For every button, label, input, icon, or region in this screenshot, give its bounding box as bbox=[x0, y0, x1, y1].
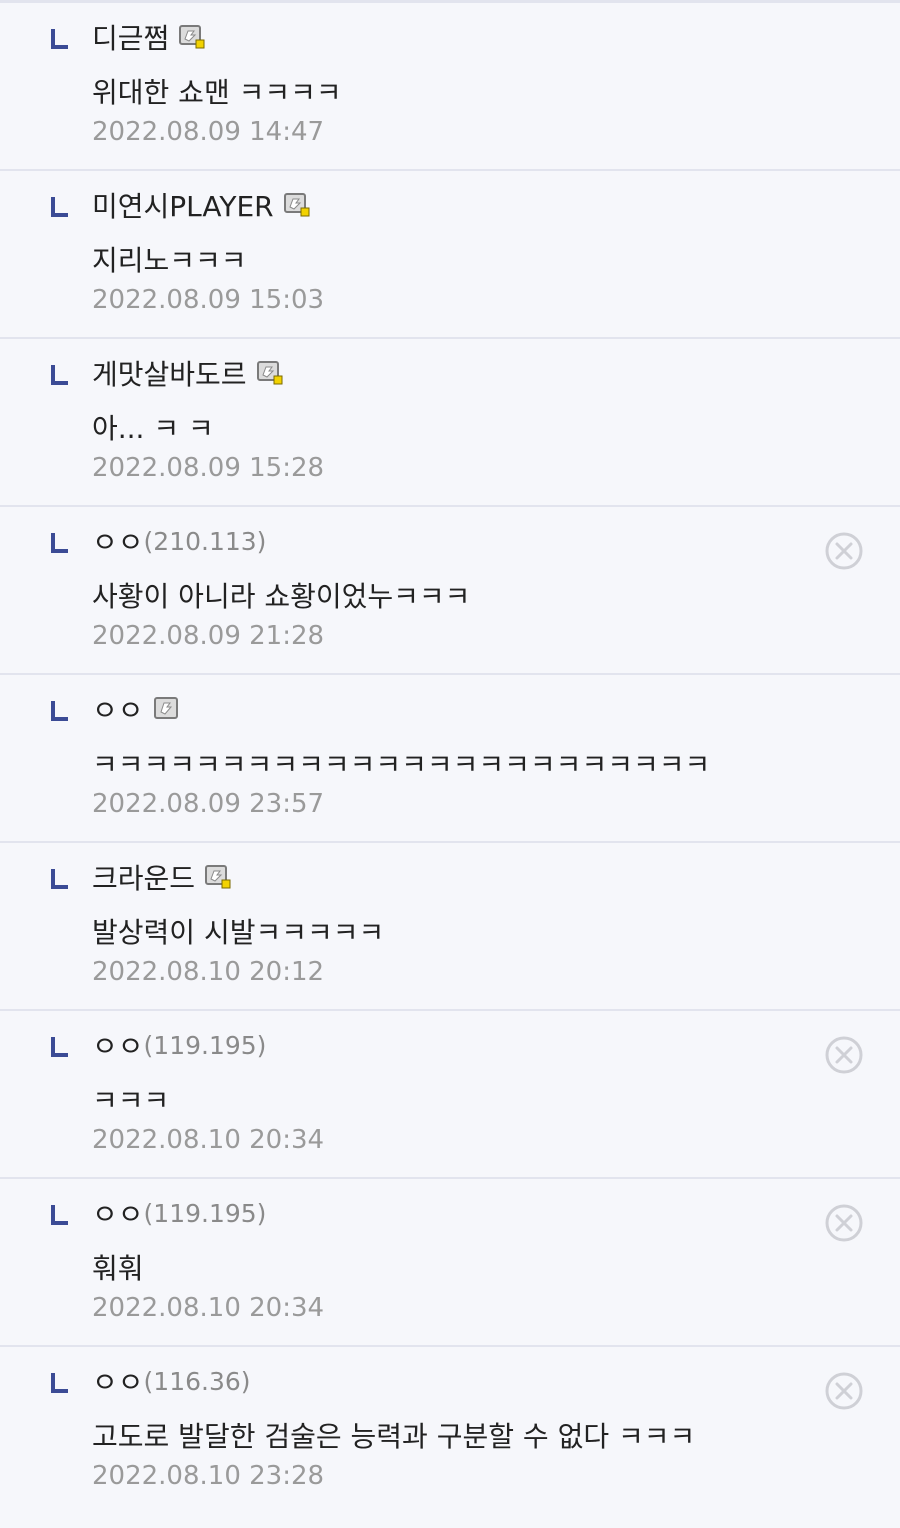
fixed-member-icon bbox=[205, 865, 231, 889]
comment-text: 훠훠 bbox=[92, 1252, 144, 1285]
comment-date: 2022.08.10 20:34 bbox=[92, 1125, 325, 1155]
close-circle-icon bbox=[825, 1372, 863, 1410]
close-circle-icon bbox=[825, 1036, 863, 1074]
comment-nickname[interactable]: ㅇㅇ bbox=[92, 689, 144, 729]
reply-arrow-icon bbox=[51, 197, 68, 217]
comment-item: 미연시PLAYER 지리노ㅋㅋㅋ 2022.08.09 15:03 bbox=[0, 171, 900, 339]
comment-nickname[interactable]: ㅇㅇ bbox=[92, 1025, 144, 1065]
reply-arrow-icon bbox=[51, 29, 68, 49]
reply-arrow-icon bbox=[51, 1373, 68, 1393]
comment-date: 2022.08.10 23:28 bbox=[92, 1461, 325, 1491]
comment-author: 게맛살바도르 bbox=[92, 353, 283, 393]
reply-arrow-icon bbox=[51, 1037, 68, 1057]
comment-ip: (119.195) bbox=[143, 1198, 267, 1228]
fixed-member-icon bbox=[283, 193, 310, 217]
reply-arrow-icon bbox=[51, 1205, 68, 1225]
comment-author: ㅇㅇ (210.113) bbox=[92, 521, 266, 561]
delete-comment-button[interactable] bbox=[824, 531, 864, 571]
reply-arrow-icon bbox=[51, 533, 68, 553]
reply-arrow-icon bbox=[51, 365, 68, 385]
comment-author: 디귿쩜 bbox=[92, 17, 205, 57]
comment-nickname[interactable]: ㅇㅇ bbox=[92, 1361, 144, 1401]
comment-nickname[interactable]: 디귿쩜 bbox=[92, 17, 169, 57]
comment-text: 아... ㅋ ㅋ bbox=[92, 412, 214, 445]
fixed-member-icon bbox=[256, 361, 283, 385]
comment-nickname[interactable]: 미연시PLAYER bbox=[92, 185, 274, 225]
reply-arrow-icon bbox=[51, 701, 68, 721]
comment-text: ㅋㅋㅋ bbox=[92, 1084, 170, 1117]
comment-author: ㅇㅇ bbox=[92, 689, 180, 729]
comment-nickname[interactable]: 크라운드 bbox=[92, 857, 195, 897]
comment-text: 고도로 발달한 검술은 능력과 구분할 수 없다 ㅋㅋㅋ bbox=[92, 1420, 696, 1453]
comment-text: 위대한 쇼맨 ㅋㅋㅋㅋ bbox=[92, 76, 342, 109]
comment-ip: (116.36) bbox=[143, 1366, 251, 1396]
comment-date: 2022.08.09 14:47 bbox=[92, 117, 325, 147]
comment-item: 크라운드 발상력이 시발ㅋㅋㅋㅋㅋ 2022.08.10 20:12 bbox=[0, 843, 900, 1011]
comment-item: 게맛살바도르 아... ㅋ ㅋ 2022.08.09 15:28 bbox=[0, 339, 900, 507]
semi-member-icon bbox=[153, 697, 180, 721]
comment-nickname[interactable]: ㅇㅇ bbox=[92, 521, 144, 561]
reply-arrow-icon bbox=[51, 869, 68, 889]
close-circle-icon bbox=[825, 532, 863, 570]
comment-author: ㅇㅇ (116.36) bbox=[92, 1361, 251, 1401]
comment-author: ㅇㅇ (119.195) bbox=[92, 1193, 266, 1233]
comment-text: ㅋㅋㅋㅋㅋㅋㅋㅋㅋㅋㅋㅋㅋㅋㅋㅋㅋㅋㅋㅋㅋㅋㅋㅋ bbox=[92, 748, 711, 781]
comment-item: ㅇㅇ (119.195) 훠훠 2022.08.10 20:34 bbox=[0, 1179, 900, 1347]
comment-item: ㅇㅇ (116.36) 고도로 발달한 검술은 능력과 구분할 수 없다 ㅋㅋㅋ… bbox=[0, 1347, 900, 1515]
comment-author: 미연시PLAYER bbox=[92, 185, 310, 225]
comment-date: 2022.08.09 15:03 bbox=[92, 285, 325, 315]
delete-comment-button[interactable] bbox=[824, 1035, 864, 1075]
comment-date: 2022.08.10 20:12 bbox=[92, 957, 325, 987]
comment-list: 디귿쩜 위대한 쇼맨 ㅋㅋㅋㅋ 2022.08.09 14:47 미연시PLAY… bbox=[0, 0, 900, 1528]
comment-item: 디귿쩜 위대한 쇼맨 ㅋㅋㅋㅋ 2022.08.09 14:47 bbox=[0, 3, 900, 171]
comment-item: ㅇㅇ (210.113) 사황이 아니라 쇼황이었누ㅋㅋㅋ 2022.08.09… bbox=[0, 507, 900, 675]
comment-item: ㅇㅇ (119.195) ㅋㅋㅋ 2022.08.10 20:34 bbox=[0, 1011, 900, 1179]
comment-text: 사황이 아니라 쇼황이었누ㅋㅋㅋ bbox=[92, 580, 471, 613]
comment-date: 2022.08.10 20:34 bbox=[92, 1293, 325, 1323]
fixed-member-icon bbox=[179, 25, 205, 49]
comment-ip: (210.113) bbox=[143, 526, 267, 556]
comment-author: 크라운드 bbox=[92, 857, 231, 897]
comment-date: 2022.08.09 21:28 bbox=[92, 621, 325, 651]
comment-author: ㅇㅇ (119.195) bbox=[92, 1025, 266, 1065]
comment-date: 2022.08.09 15:28 bbox=[92, 453, 325, 483]
comment-text: 지리노ㅋㅋㅋ bbox=[92, 244, 247, 277]
close-circle-icon bbox=[825, 1204, 863, 1242]
comment-text: 발상력이 시발ㅋㅋㅋㅋㅋ bbox=[92, 916, 385, 949]
comment-nickname[interactable]: ㅇㅇ bbox=[92, 1193, 144, 1233]
delete-comment-button[interactable] bbox=[824, 1371, 864, 1411]
delete-comment-button[interactable] bbox=[824, 1203, 864, 1243]
comment-ip: (119.195) bbox=[143, 1030, 267, 1060]
comment-date: 2022.08.09 23:57 bbox=[92, 789, 325, 819]
comment-item: ㅇㅇ ㅋㅋㅋㅋㅋㅋㅋㅋㅋㅋㅋㅋㅋㅋㅋㅋㅋㅋㅋㅋㅋㅋㅋㅋ 2022.08.09 2… bbox=[0, 675, 900, 843]
comment-nickname[interactable]: 게맛살바도르 bbox=[92, 353, 247, 393]
